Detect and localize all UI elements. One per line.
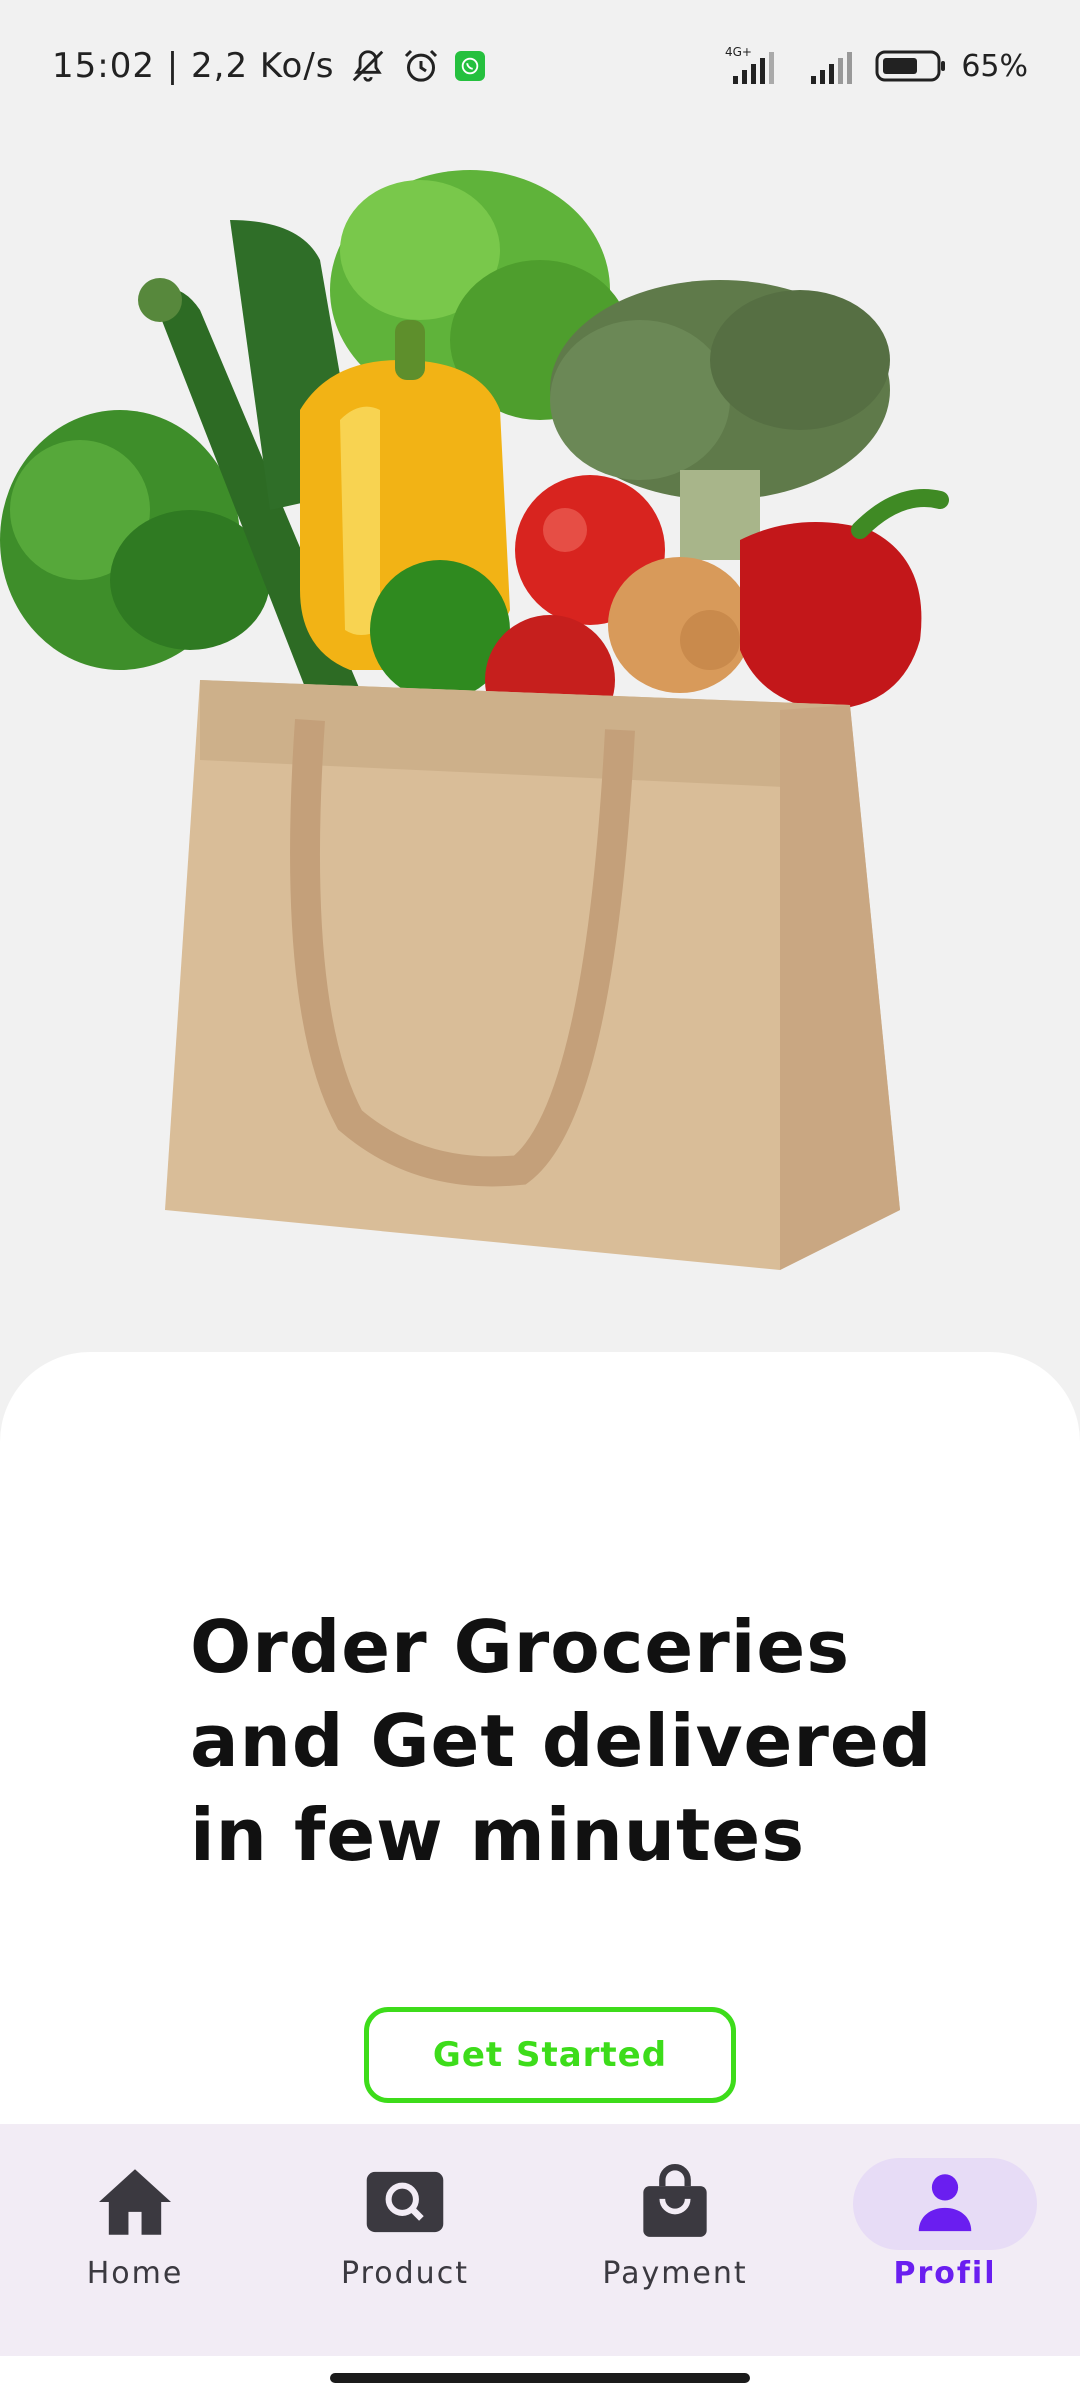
bell-off-icon	[349, 47, 387, 85]
whatsapp-icon	[454, 51, 485, 81]
status-left: 15:02 | 2,2 Ko/s	[52, 46, 485, 86]
onion	[608, 557, 752, 693]
search-icon	[364, 2169, 446, 2239]
bottom-nav: Home Product Payment Profil	[0, 2124, 1080, 2356]
status-right: 4G+ 65%	[721, 44, 1028, 88]
nav-label-home: Home	[86, 2256, 184, 2291]
signal-2-icon	[807, 46, 861, 86]
home-indicator[interactable]	[330, 2373, 750, 2383]
status-time-speed: 15:02 | 2,2 Ko/s	[52, 46, 335, 86]
nav-icon-container	[583, 2158, 767, 2250]
shopping-bag-icon	[637, 2164, 713, 2244]
nav-icon-container	[313, 2158, 497, 2250]
signal-icon: 4G+	[721, 44, 793, 88]
nav-label-product: Product	[341, 2256, 469, 2291]
nav-icon-container	[853, 2158, 1037, 2250]
nav-item-profil[interactable]: Profil	[810, 2124, 1080, 2356]
person-icon	[910, 2167, 980, 2241]
paper-bag	[165, 680, 900, 1270]
red-pepper	[740, 489, 949, 710]
battery-icon	[875, 48, 947, 84]
nav-label-payment: Payment	[602, 2256, 748, 2291]
nav-item-payment[interactable]: Payment	[540, 2124, 810, 2356]
headline: Order Groceries and Get delivered in few…	[190, 1605, 933, 1877]
nav-icon-container	[43, 2158, 227, 2250]
nav-item-home[interactable]: Home	[0, 2124, 270, 2356]
nav-label-profil: Profil	[893, 2256, 997, 2291]
home-icon	[95, 2166, 175, 2242]
get-started-button[interactable]: Get Started	[364, 2007, 736, 2103]
battery-percent: 65%	[961, 48, 1028, 84]
hero-image	[0, 110, 1080, 1350]
network-label: 4G+	[725, 45, 752, 59]
screen: 15:02 | 2,2 Ko/s 4G+ 65% Order Groceries…	[0, 0, 1080, 2400]
alarm-icon	[401, 46, 441, 86]
nav-item-product[interactable]: Product	[270, 2124, 540, 2356]
